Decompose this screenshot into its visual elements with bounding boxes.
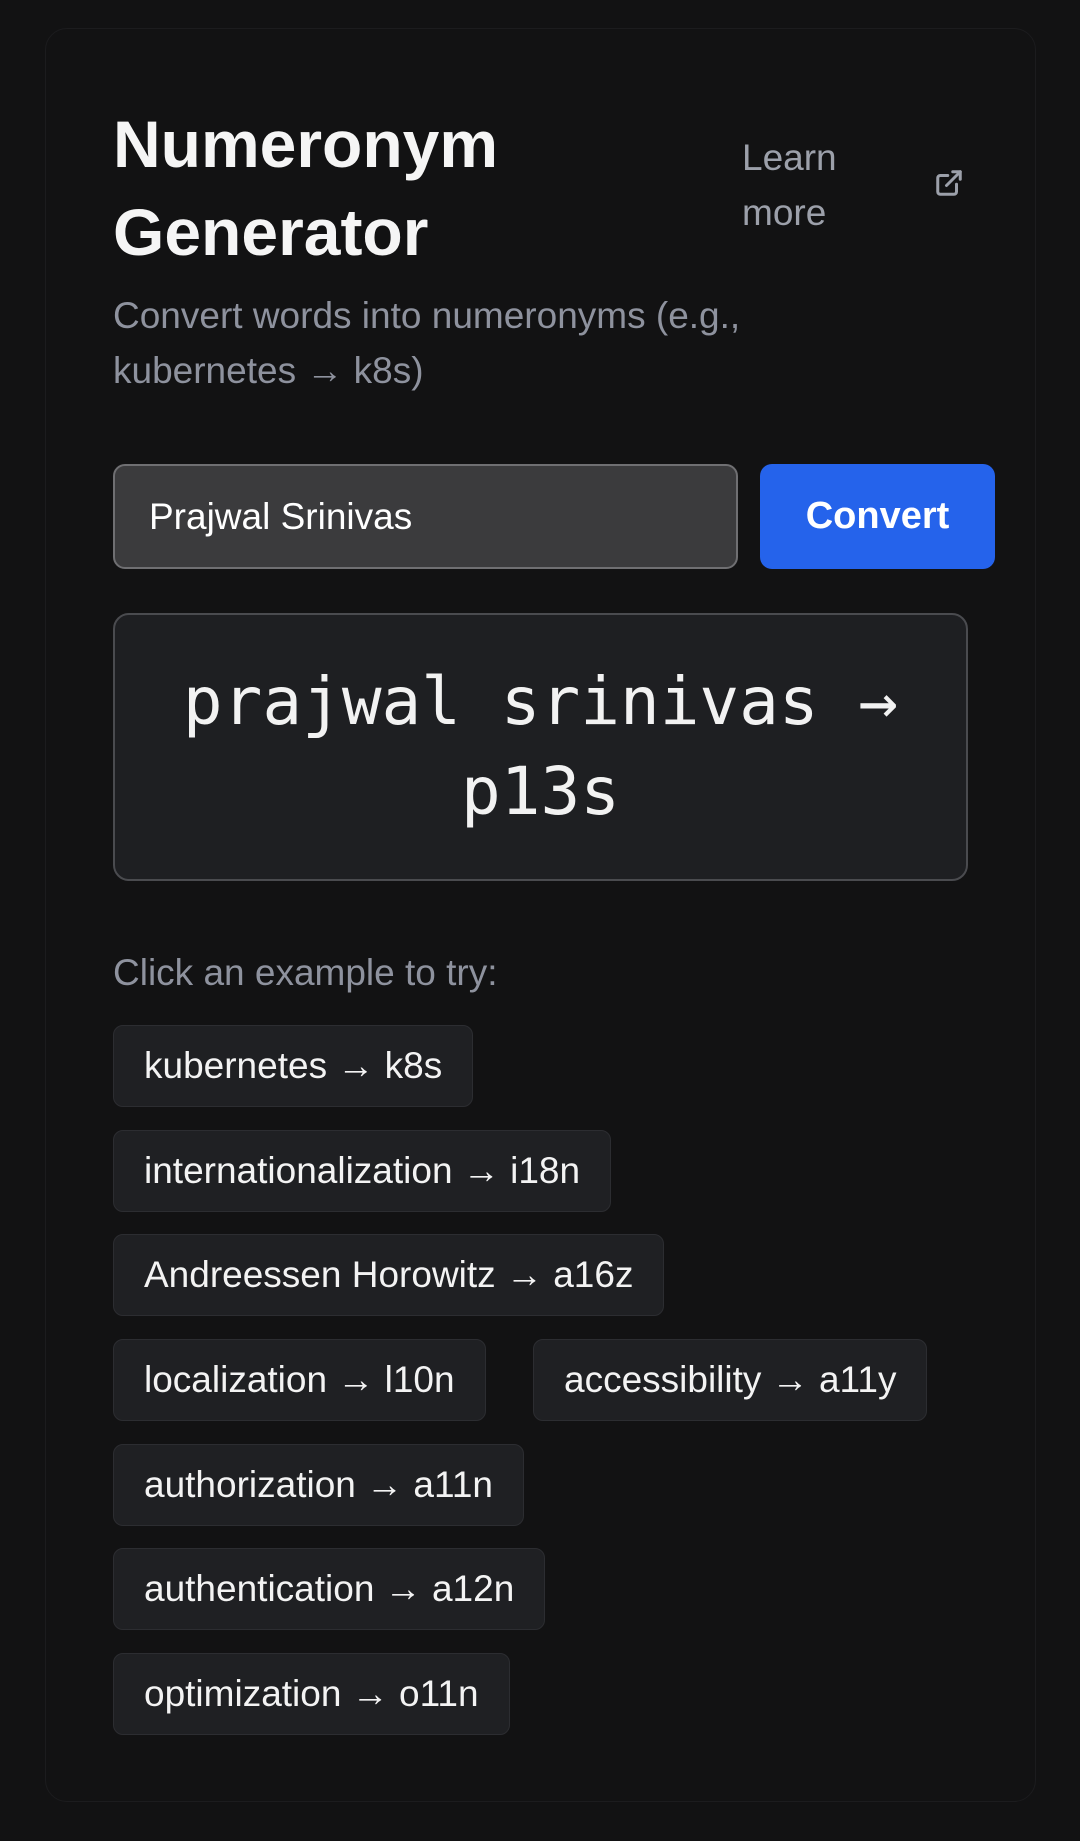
example-chip-accessibility[interactable]: accessibility → a11y [533, 1339, 928, 1421]
convert-button[interactable]: Convert [760, 464, 995, 569]
example-chip-optimization[interactable]: optimization → o11n [113, 1653, 510, 1735]
examples-label: Click an example to try: [113, 952, 498, 993]
word-input[interactable] [113, 464, 738, 569]
example-chip-localization[interactable]: localization → l10n [113, 1339, 486, 1421]
example-chip-kubernetes[interactable]: kubernetes → k8s [113, 1025, 474, 1107]
example-chip-authentication[interactable]: authentication → a12n [113, 1548, 546, 1630]
page-title: Numeronym Generator [113, 107, 499, 269]
result-text: prajwal srinivas → p13s [182, 663, 899, 830]
example-chip-internationalization[interactable]: internationalization → i18n [113, 1130, 612, 1212]
example-chip-authorization[interactable]: authorization → a11n [113, 1444, 524, 1526]
example-chip-andreessen-horowitz[interactable]: Andreessen Horowitz → a16z [113, 1234, 665, 1316]
external-link-icon [934, 168, 964, 198]
learn-more-link[interactable]: Learn more [742, 130, 962, 240]
page-subtitle: Convert words into numeronyms (e.g., kub… [113, 295, 741, 391]
learn-more-label: Learn more [742, 137, 837, 233]
result-display: prajwal srinivas → p13s [113, 613, 968, 881]
